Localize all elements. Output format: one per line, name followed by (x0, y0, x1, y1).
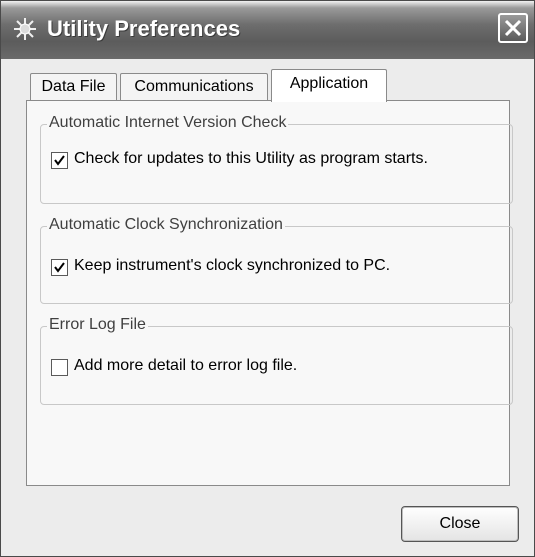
checkbox-box[interactable] (51, 359, 68, 376)
internet-version-check-group: Automatic Internet Version Check Check f… (40, 114, 513, 204)
checkbox-label: Keep instrument's clock synchronized to … (74, 257, 391, 274)
window-title: Utility Preferences (47, 16, 241, 41)
gear-burst-icon (14, 18, 36, 40)
tab-data-file[interactable]: Data File (30, 73, 117, 100)
group-title: Automatic Clock Synchronization (47, 216, 285, 234)
checkbox-label: Check for updates to this Utility as pro… (74, 150, 428, 167)
close-button[interactable]: Close (401, 506, 519, 542)
title-bar[interactable]: Utility Preferences (1, 1, 534, 59)
close-icon (504, 19, 522, 37)
checkbox-box[interactable] (51, 152, 68, 169)
checkmark-icon (54, 262, 65, 273)
group-title: Error Log File (47, 316, 148, 334)
tab-application[interactable]: Application (271, 69, 387, 102)
close-window-button[interactable] (498, 13, 528, 43)
checkbox-box[interactable] (51, 259, 68, 276)
checkmark-icon (54, 155, 65, 166)
tab-communications[interactable]: Communications (120, 73, 268, 100)
tab-strip: Data File Communications Application (30, 69, 490, 102)
group-title: Automatic Internet Version Check (47, 114, 289, 132)
checkbox-label: Add more detail to error log file. (74, 357, 298, 374)
application-tab-panel: Automatic Internet Version Check Check f… (26, 100, 513, 486)
preferences-dialog: Utility Preferences Data File Communicat… (0, 0, 535, 557)
clock-sync-group: Automatic Clock Synchronization Keep ins… (40, 216, 513, 304)
error-log-group: Error Log File Add more detail to error … (40, 316, 513, 405)
